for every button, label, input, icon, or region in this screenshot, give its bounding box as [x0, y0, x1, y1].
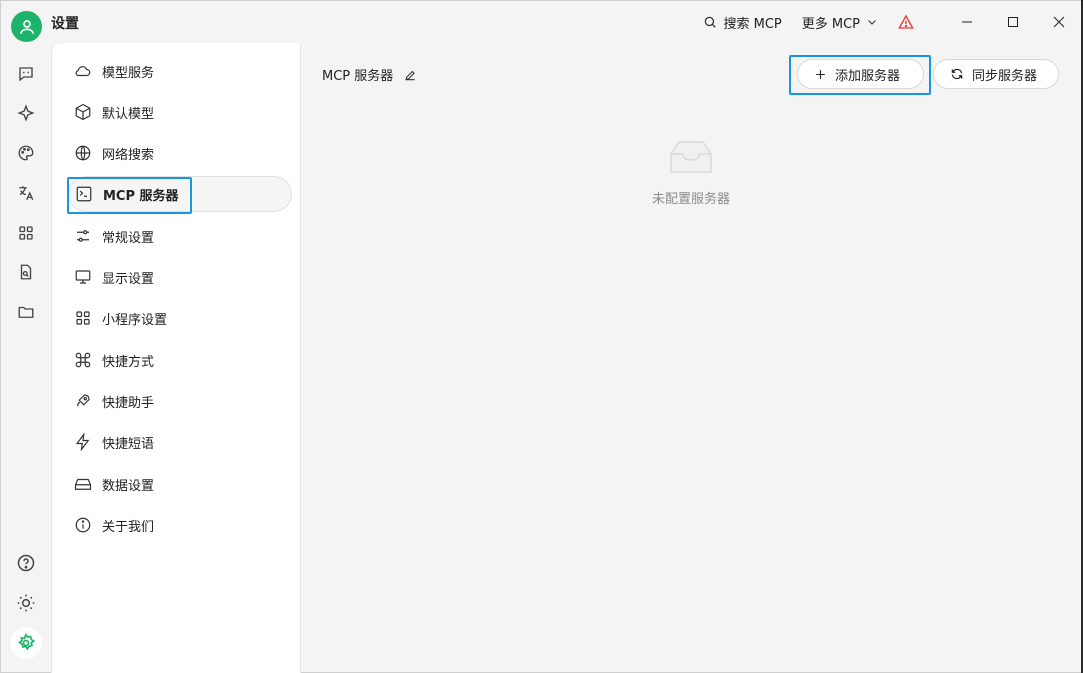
nav-item-label: 常规设置: [102, 230, 155, 246]
nav-item-label: 快捷方式: [102, 354, 155, 370]
nav-item-label: 显示设置: [102, 271, 155, 287]
more-mcp-dropdown[interactable]: 更多 MCP: [802, 13, 878, 32]
window-title: 设置: [51, 16, 79, 32]
refresh-icon: [951, 68, 963, 80]
rocket-icon: [77, 394, 90, 407]
nav-item-label: 默认模型: [102, 106, 155, 122]
chevron-down-icon: [868, 20, 876, 25]
title-bar: 设置 搜索 MCP 更多 MCP: [1, 1, 1082, 43]
info-icon: [75, 517, 91, 533]
settings-nav: 模型服务 默认模型 网络搜索 MCP 服务器 常规设置 显示设置 小程序设置 快…: [51, 43, 301, 673]
close-icon: [1053, 16, 1065, 28]
nav-item-label: 快捷短语: [102, 436, 155, 452]
main-panel: MCP 服务器 添加服务器 同步服务器 未配置服务器: [302, 43, 1082, 673]
nav-item-quick-assistant[interactable]: 快捷助手: [68, 383, 292, 419]
maximize-button[interactable]: [990, 1, 1036, 43]
page-title-text: MCP 服务器: [322, 69, 394, 84]
nav-item-about[interactable]: 关于我们: [68, 507, 292, 543]
plus-icon: [816, 69, 825, 79]
help-icon[interactable]: [13, 550, 39, 576]
grid-icon: [76, 311, 90, 325]
nav-item-label: 网络搜索: [102, 147, 155, 163]
nav-item-default-model[interactable]: 默认模型: [68, 94, 292, 130]
settings-window: 设置 搜索 MCP 更多 MCP 模型服务 默认模型 网络搜索 MCP 服务器 …: [0, 0, 1083, 673]
close-button[interactable]: [1036, 1, 1082, 43]
sync-servers-label: 同步服务器: [972, 68, 1038, 84]
edit-icon[interactable]: [403, 68, 417, 82]
nav-item-label: 数据设置: [102, 478, 155, 494]
cube-icon: [75, 103, 91, 121]
nav-item-label: 小程序设置: [102, 312, 168, 328]
nav-item-shortcuts[interactable]: 快捷方式: [68, 342, 292, 378]
file-search-icon[interactable]: [13, 259, 39, 285]
apps-grid-icon[interactable]: [13, 220, 39, 246]
add-server-button[interactable]: 添加服务器: [797, 59, 924, 89]
empty-state-text: 未配置服务器: [651, 192, 730, 207]
globe-icon: [75, 145, 91, 161]
nav-item-miniapp-settings[interactable]: 小程序设置: [68, 300, 292, 336]
folder-icon[interactable]: [13, 299, 39, 325]
translate-icon[interactable]: [13, 180, 39, 206]
cloud-icon: [75, 66, 91, 77]
nav-item-quick-phrases[interactable]: 快捷短语: [68, 424, 292, 460]
terminal-icon: [76, 186, 92, 202]
palette-icon[interactable]: [13, 140, 39, 166]
nav-item-model-service[interactable]: 模型服务: [68, 53, 292, 89]
page-title: MCP 服务器: [322, 65, 417, 84]
warning-icon: [898, 14, 914, 29]
more-mcp-label: 更多 MCP: [801, 16, 860, 32]
nav-item-mcp-servers[interactable]: MCP 服务器: [68, 176, 292, 212]
settings-icon[interactable]: [10, 627, 42, 659]
warning-button[interactable]: [898, 14, 914, 30]
nav-item-label: 模型服务: [102, 65, 155, 81]
sparkle-icon[interactable]: [13, 100, 39, 126]
nav-item-label: 快捷助手: [102, 395, 155, 411]
search-icon: [705, 16, 717, 28]
empty-state: 未配置服务器: [622, 138, 760, 207]
command-icon: [75, 352, 91, 368]
user-icon: [19, 19, 34, 34]
nav-item-display-settings[interactable]: 显示设置: [68, 259, 292, 295]
hard-drive-icon: [74, 478, 92, 490]
add-server-label: 添加服务器: [835, 68, 901, 84]
nav-item-label: 关于我们: [102, 519, 155, 535]
zap-icon: [75, 433, 90, 451]
nav-item-label: MCP 服务器: [103, 188, 179, 204]
monitor-icon: [75, 270, 91, 284]
maximize-icon: [1008, 17, 1018, 27]
search-mcp-label: 搜索 MCP: [723, 16, 782, 32]
search-mcp-link[interactable]: 搜索 MCP: [703, 13, 782, 32]
chat-icon[interactable]: [13, 61, 39, 87]
icon-rail: [1, 43, 51, 673]
nav-item-web-search[interactable]: 网络搜索: [68, 135, 292, 171]
theme-toggle-icon[interactable]: [13, 590, 39, 616]
minimize-button[interactable]: [944, 1, 990, 43]
sliders-icon: [77, 230, 89, 242]
empty-inbox-icon: [670, 141, 712, 173]
user-avatar[interactable]: [11, 11, 42, 42]
nav-item-general-settings[interactable]: 常规设置: [68, 218, 292, 254]
sync-servers-button[interactable]: 同步服务器: [933, 59, 1059, 89]
nav-item-data-settings[interactable]: 数据设置: [68, 466, 292, 502]
minimize-icon: [962, 21, 972, 23]
